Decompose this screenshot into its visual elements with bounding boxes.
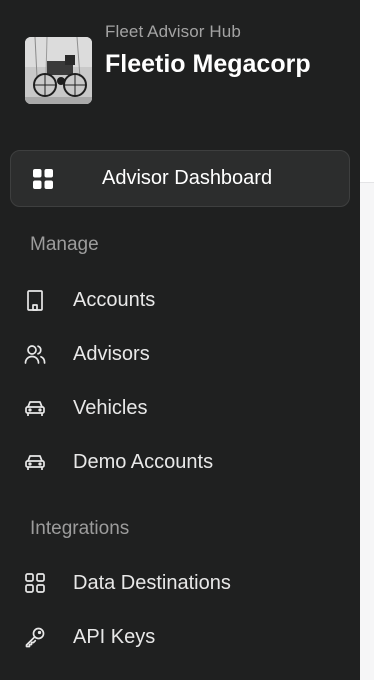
section-title-integrations: Integrations	[30, 518, 130, 539]
nav-label: Demo Accounts	[73, 450, 214, 473]
key-icon	[24, 626, 46, 648]
nav-label: Advisor Dashboard	[102, 167, 273, 189]
main-content-panel	[360, 182, 374, 680]
nav-item-advisors[interactable]: Advisors	[24, 334, 344, 374]
car-icon	[24, 397, 46, 419]
nav-item-vehicles[interactable]: Vehicles	[24, 388, 344, 428]
nav-label: Vehicles	[73, 396, 148, 419]
nav-item-api-keys[interactable]: API Keys	[24, 617, 344, 657]
users-icon	[24, 343, 46, 365]
car-icon	[24, 451, 46, 473]
nav-label: Data Destinations	[73, 571, 231, 594]
section-title-manage: Manage	[30, 234, 99, 255]
nav-label: Accounts	[73, 288, 156, 311]
nav-item-advisor-dashboard[interactable]: Advisor Dashboard	[10, 150, 350, 207]
org-header[interactable]: Fleet Advisor Hub Fleetio Megacorp	[24, 22, 344, 122]
org-name: Fleetio Megacorp	[105, 50, 311, 78]
nav-item-accounts[interactable]: Accounts	[24, 280, 344, 320]
sidebar: Fleet Advisor Hub Fleetio Megacorp Advis…	[0, 0, 360, 680]
dashboard-grid-icon	[32, 168, 54, 190]
nav-label: API Keys	[73, 625, 156, 648]
grid-outline-icon	[24, 572, 46, 594]
nav-item-data-destinations[interactable]: Data Destinations	[24, 563, 344, 603]
org-logo	[25, 37, 92, 104]
nav-item-demo-accounts[interactable]: Demo Accounts	[24, 442, 344, 482]
main-content-area	[360, 0, 374, 680]
nav-label: Advisors	[73, 342, 150, 365]
building-icon	[24, 289, 46, 311]
org-subtitle: Fleet Advisor Hub	[105, 22, 241, 41]
